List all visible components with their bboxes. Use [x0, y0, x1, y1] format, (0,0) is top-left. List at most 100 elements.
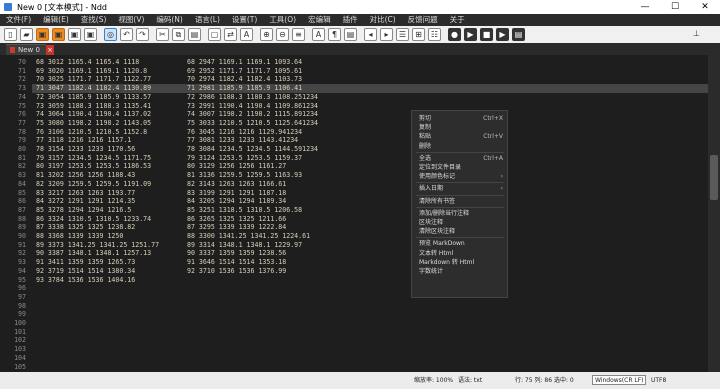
find-icon[interactable]: ▢ — [208, 28, 221, 41]
wrap-icon[interactable]: ≡ — [292, 28, 305, 41]
line-number: 77 — [18, 118, 26, 127]
replace-icon[interactable]: ⇄ — [224, 28, 237, 41]
text-editor[interactable]: 70 71 72 73 74 75 76 77 78 79 80 81 82 83 84 85 86 87 88 89… — [0, 55, 708, 372]
menu-item-2[interactable]: 查找(S) — [75, 14, 113, 26]
code-line-left: 88 3368 1339 1339 1250 — [36, 232, 124, 240]
zoom-in-icon[interactable]: ⊕ — [260, 28, 273, 41]
menu-item-4[interactable]: 编码(N) — [150, 14, 188, 26]
show-all-chars-icon[interactable]: ▤ — [344, 28, 357, 41]
menu-item-10[interactable]: 对比(C) — [364, 14, 402, 26]
context-menu-item[interactable]: 复制 — [419, 123, 503, 132]
context-menu-item[interactable]: 预览 MarkDown — [419, 239, 503, 248]
play-macro-icon[interactable]: ▶ — [464, 28, 477, 41]
vertical-scrollbar[interactable] — [708, 55, 720, 372]
code-line-left: 86 3324 1310.5 1310.5 1233.74 — [36, 214, 152, 223]
close-file-icon[interactable]: ▣ — [68, 28, 81, 41]
menu-item-7[interactable]: 工具(O) — [263, 14, 302, 26]
code-line-left: 76 3106 1210.5 1210.5 1152.8 — [36, 127, 148, 136]
code-line-left: 77 3118 1216 1216 1157.1 — [36, 136, 132, 145]
menu-item-8[interactable]: 宏编辑 — [302, 14, 337, 26]
context-menu-item[interactable]: 删除 — [419, 142, 503, 151]
menu-item-6[interactable]: 设置(T) — [226, 14, 263, 26]
close-tab-icon[interactable]: × — [46, 45, 54, 55]
context-menu: 剪切 Ctrl+X 复制 粘贴 Ctrl+V 删除全选 Ctrl+A 定位到文件目录 使用颜色标… — [411, 110, 508, 298]
menu-item-11[interactable]: 反馈问题 — [402, 14, 444, 26]
pin-icon[interactable]: ⊥ — [690, 28, 703, 41]
minimize-button[interactable]: — — [630, 1, 660, 13]
record-macro-icon[interactable]: ● — [448, 28, 461, 41]
word-wrap-icon[interactable]: A — [312, 28, 325, 41]
context-menu-item[interactable]: 区块注释 — [419, 218, 503, 227]
code-line-right: 73 2991 1190.4 1190.4 1109.861234 — [187, 101, 319, 110]
code-line-right: 79 3124 1253.5 1253.5 1159.37 — [187, 153, 303, 162]
context-menu-item[interactable]: 剪切 Ctrl+X — [419, 114, 503, 123]
copy-icon[interactable]: ⧉ — [172, 28, 185, 41]
context-menu-item[interactable]: 字数统计 — [419, 267, 503, 276]
text-mode-icon[interactable]: ◎ — [104, 28, 117, 41]
file-icon — [10, 47, 15, 53]
undo-icon[interactable]: ↶ — [120, 28, 133, 41]
code-line-left: 73 3059 1188.3 1188.3 1135.41 — [36, 101, 152, 110]
prev-icon[interactable]: ◂ — [364, 28, 377, 41]
font-icon[interactable]: A — [240, 28, 253, 41]
title-bar: New 0 [文本模式] - Ndd — ☐ ✕ — [0, 0, 720, 14]
save-macro-icon[interactable]: ▤ — [512, 28, 525, 41]
line-ending-select[interactable]: Windows(CR LF) — [592, 375, 646, 385]
line-number: 80 — [18, 145, 26, 153]
context-menu-item[interactable]: 清除区块注释 — [419, 227, 503, 236]
next-icon[interactable]: ▸ — [380, 28, 393, 41]
context-menu-item[interactable]: 粘贴 Ctrl+V — [419, 132, 503, 141]
list-icon[interactable]: ☰ — [396, 28, 409, 41]
code-line-left: 81 3202 1256 1256 1188.43 — [36, 171, 136, 180]
menu-item-9[interactable]: 插件 — [337, 14, 364, 26]
line-number: 86 — [18, 197, 26, 206]
line-number: 99 — [18, 310, 26, 319]
rule-icon[interactable]: ☷ — [428, 28, 441, 41]
context-menu-item[interactable]: 使用颜色标记 › — [419, 172, 503, 181]
line-number: 87 — [18, 205, 26, 214]
scrollbar-thumb[interactable] — [710, 155, 718, 200]
context-menu-item[interactable]: 清除所有书签 — [419, 197, 503, 206]
context-menu-item[interactable]: 添加/删除当行注释 — [419, 209, 503, 218]
menu-item-1[interactable]: 编辑(E) — [37, 14, 75, 26]
menu-item-12[interactable]: 关于 — [444, 14, 471, 26]
zoom-out-icon[interactable]: ⊖ — [276, 28, 289, 41]
line-number: 103 — [14, 345, 26, 354]
window-title: New 0 [文本模式] - Ndd — [17, 3, 107, 12]
run-macro-icon[interactable]: ▶ — [496, 28, 509, 41]
paste-icon[interactable]: ▤ — [188, 28, 201, 41]
close-window-button[interactable]: ✕ — [690, 1, 720, 13]
stop-macro-icon[interactable]: ■ — [480, 28, 493, 41]
context-menu-label: 字数统计 — [419, 268, 444, 275]
code-line-right: 89 3314 1348.1 1348.1 1229.97 — [187, 240, 303, 249]
line-number: 71 — [18, 66, 26, 75]
line-number: 70 — [18, 58, 26, 66]
open-folder-icon[interactable]: ▰ — [20, 28, 33, 41]
save-all-icon[interactable]: ▣ — [52, 28, 65, 41]
maximize-button[interactable]: ☐ — [660, 1, 690, 13]
save-icon[interactable]: ▣ — [36, 28, 49, 41]
context-menu-item[interactable]: 文本转 Html — [419, 249, 503, 258]
context-menu-item[interactable]: Markdown 转 Html — [419, 258, 503, 267]
context-menu-item[interactable]: 全选 Ctrl+A — [419, 154, 503, 163]
menu-separator — [416, 206, 504, 208]
menu-separator — [416, 182, 504, 184]
menu-item-5[interactable]: 语言(L) — [189, 14, 226, 26]
new-file-icon[interactable]: ▯ — [4, 28, 17, 41]
menu-item-3[interactable]: 视图(V) — [112, 14, 150, 26]
context-menu-item[interactable]: 插入日期 › — [419, 184, 503, 193]
code-line-right: 68 2947 1169.1 1169.1 1093.64 — [187, 58, 303, 66]
line-number: 76 — [18, 110, 26, 119]
menu-item-0[interactable]: 文件(F) — [0, 14, 37, 26]
code-line-right: 90 3337 1359 1359 1238.56 — [187, 249, 287, 258]
code-line-left: 69 3020 1169.1 1169.1 1120.8 — [36, 66, 148, 75]
code-line-left: 85 3278 1294 1294 1216.5 — [36, 205, 132, 214]
compare-icon[interactable]: ⊞ — [412, 28, 425, 41]
close-all-icon[interactable]: ▣ — [84, 28, 97, 41]
tab-new-0[interactable]: New 0 × — [6, 44, 54, 55]
context-menu-item[interactable]: 定位到文件目录 — [419, 163, 503, 172]
redo-icon[interactable]: ↷ — [136, 28, 149, 41]
indent-guide-icon[interactable]: ¶ — [328, 28, 341, 41]
cut-icon[interactable]: ✂ — [156, 28, 169, 41]
line-number: 85 — [18, 188, 26, 197]
